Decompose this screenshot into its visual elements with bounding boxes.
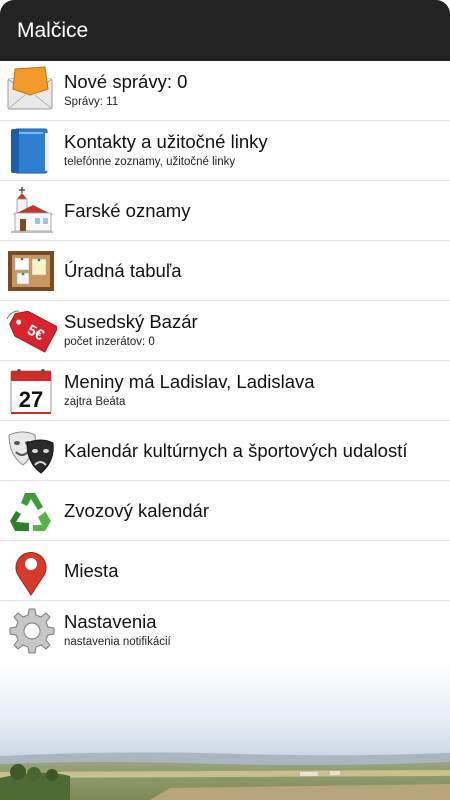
menu-item-settings[interactable]: Nastavenia nastavenia notifikácií: [0, 601, 450, 661]
menu-item-title: Meniny má Ladislav, Ladislava: [64, 371, 315, 392]
app-title: Malčice: [17, 19, 89, 42]
menu-item-title: Nové správy: 0: [64, 71, 188, 92]
corkboard-icon: [5, 245, 57, 297]
map-pin-icon: [5, 545, 57, 597]
menu-item-neighbour-bazaar[interactable]: 5€ Susedský Bazár počet inzerátov: 0: [0, 301, 450, 361]
menu-item-title: Kalendár kultúrnych a športových udalost…: [64, 439, 408, 461]
app-bar: Malčice: [0, 0, 450, 61]
theater-masks-icon: [5, 425, 57, 477]
menu-item-name-days[interactable]: 27 Meniny má Ladislav, Ladislava zajtra …: [0, 361, 450, 421]
menu-item-title: Kontakty a užitočné linky: [64, 131, 268, 152]
menu-item-contacts[interactable]: Kontakty a užitočné linky telefónne zozn…: [0, 121, 450, 181]
menu-item-title: Miesta: [64, 559, 119, 581]
menu-item-subtitle: nastavenia notifikácií: [64, 636, 171, 648]
menu-item-events-calendar[interactable]: Kalendár kultúrnych a športových udalost…: [0, 421, 450, 481]
svg-text:27: 27: [19, 387, 43, 412]
menu-item-subtitle: Správy: 11: [64, 96, 119, 108]
menu-item-parish-notices[interactable]: Farské oznamy: [0, 181, 450, 241]
calendar-icon: 27: [5, 365, 57, 417]
menu-list: Nové správy: 0 Správy: 11 Kontakty a uži…: [0, 61, 450, 661]
price-tag-icon: 5€: [5, 305, 57, 357]
menu-item-title: Zvozový kalendár: [64, 499, 209, 521]
menu-item-official-board[interactable]: Úradná tabuľa: [0, 241, 450, 301]
church-icon: [5, 185, 57, 237]
menu-item-title: Úradná tabuľa: [64, 259, 182, 281]
contact-book-icon: [5, 125, 57, 177]
menu-item-waste-collection[interactable]: Zvozový kalendár: [0, 481, 450, 541]
recycle-icon: [5, 485, 57, 537]
landscape-background: [0, 660, 450, 800]
menu-item-subtitle: zajtra Beáta: [64, 396, 126, 408]
menu-item-title: Farské oznamy: [64, 199, 191, 221]
settings-gear-icon: [5, 605, 57, 657]
menu-item-title: Susedský Bazár: [64, 311, 198, 332]
menu-item-subtitle: telefónne zoznamy, užitočné linky: [64, 156, 236, 168]
menu-item-title: Nastavenia: [64, 611, 157, 632]
envelope-icon: [5, 65, 57, 117]
menu-item-places[interactable]: Miesta: [0, 541, 450, 601]
menu-item-subtitle: počet inzerátov: 0: [64, 336, 155, 348]
menu-item-messages[interactable]: Nové správy: 0 Správy: 11: [0, 61, 450, 121]
